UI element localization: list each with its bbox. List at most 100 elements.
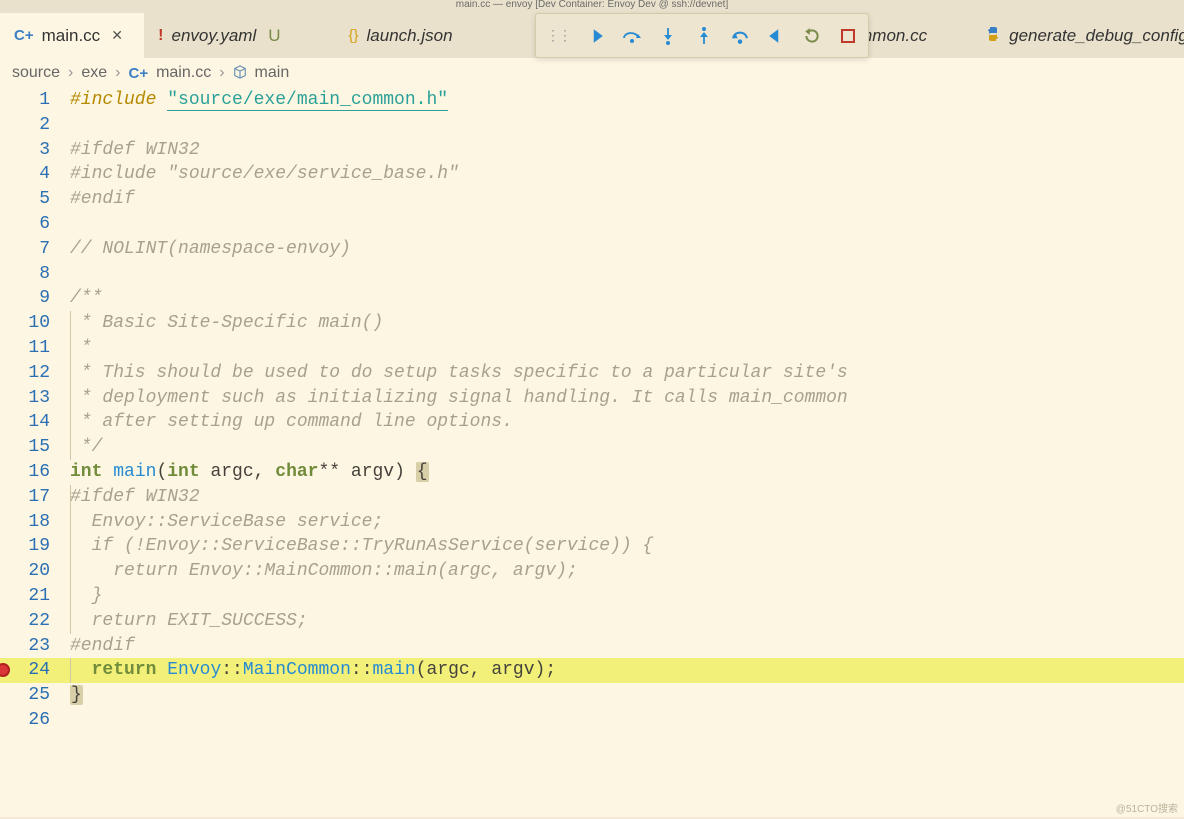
code-content[interactable]: int main(int argc, char** argv) {	[70, 460, 429, 485]
code-line[interactable]: 4#include "source/exe/service_base.h"	[0, 162, 1184, 187]
line-number[interactable]: 15	[0, 435, 70, 460]
stop-icon[interactable]	[838, 26, 858, 46]
code-line[interactable]: 21 }	[0, 584, 1184, 609]
code-line[interactable]: 19 if (!Envoy::ServiceBase::TryRunAsServ…	[0, 534, 1184, 559]
code-content[interactable]: #endif	[70, 187, 135, 212]
code-line[interactable]: 24 return Envoy::MainCommon::main(argc, …	[0, 658, 1184, 683]
code-content[interactable]: * deployment such as initializing signal…	[70, 386, 848, 411]
editor-tab[interactable]: !envoy.yamlU	[144, 13, 294, 58]
step-back-icon[interactable]	[730, 26, 750, 46]
code-line[interactable]: 14 * after setting up command line optio…	[0, 410, 1184, 435]
code-content[interactable]: * after setting up command line options.	[70, 410, 513, 435]
code-line[interactable]: 8	[0, 262, 1184, 287]
code-content[interactable]: if (!Envoy::ServiceBase::TryRunAsService…	[70, 534, 653, 559]
step-over-icon[interactable]	[622, 26, 642, 46]
breadcrumb-symbol[interactable]: main	[255, 64, 290, 82]
code-content[interactable]: #ifdef WIN32	[70, 485, 200, 510]
line-number[interactable]: 14	[0, 410, 70, 435]
code-content[interactable]: }	[70, 584, 102, 609]
line-number[interactable]: 10	[0, 311, 70, 336]
line-number[interactable]: 2	[0, 113, 70, 138]
code-content[interactable]: return Envoy::MainCommon::main(argc, arg…	[70, 658, 556, 683]
code-line[interactable]: 26	[0, 708, 1184, 733]
code-content[interactable]: #include "source/exe/service_base.h"	[70, 162, 459, 187]
code-line[interactable]: 25}	[0, 683, 1184, 708]
code-content[interactable]: /**	[70, 286, 102, 311]
line-number[interactable]: 3	[0, 138, 70, 163]
code-line[interactable]: 6	[0, 212, 1184, 237]
code-content[interactable]: * Basic Site-Specific main()	[70, 311, 383, 336]
tab-bar: C+main.cc✕!envoy.yamlU{}launch.jsonC+mmo…	[0, 13, 1184, 58]
line-number[interactable]: 17	[0, 485, 70, 510]
code-line[interactable]: 13 * deployment such as initializing sig…	[0, 386, 1184, 411]
code-line[interactable]: 2	[0, 113, 1184, 138]
reverse-icon[interactable]	[766, 26, 786, 46]
code-content[interactable]: *	[70, 336, 92, 361]
code-content[interactable]: #include "source/exe/main_common.h"	[70, 88, 448, 113]
line-number[interactable]: 13	[0, 386, 70, 411]
chevron-right-icon: ›	[219, 64, 224, 82]
code-line[interactable]: 10 * Basic Site-Specific main()	[0, 311, 1184, 336]
line-number[interactable]: 20	[0, 559, 70, 584]
line-number[interactable]: 25	[0, 683, 70, 708]
step-out-icon[interactable]	[694, 26, 714, 46]
code-line[interactable]: 23#endif	[0, 634, 1184, 659]
breakpoint-icon[interactable]	[0, 663, 10, 677]
code-content[interactable]: }	[70, 683, 83, 708]
line-number[interactable]: 23	[0, 634, 70, 659]
step-into-icon[interactable]	[658, 26, 678, 46]
line-number[interactable]: 4	[0, 162, 70, 187]
continue-icon[interactable]	[586, 26, 606, 46]
code-line[interactable]: 9/**	[0, 286, 1184, 311]
editor-tab[interactable]: C+ main.cc ✕	[0, 13, 144, 58]
tab-label: launch.json	[367, 26, 453, 46]
code-line[interactable]: 5#endif	[0, 187, 1184, 212]
code-content[interactable]: #endif	[70, 634, 135, 659]
symbol-cube-icon	[233, 65, 247, 82]
code-line[interactable]: 17#ifdef WIN32	[0, 485, 1184, 510]
code-content[interactable]: // NOLINT(namespace-envoy)	[70, 237, 351, 262]
code-content[interactable]: return Envoy::MainCommon::main(argc, arg…	[70, 559, 578, 584]
line-number[interactable]: 16	[0, 460, 70, 485]
cpp-file-icon: C+	[14, 27, 34, 44]
code-line[interactable]: 16int main(int argc, char** argv) {	[0, 460, 1184, 485]
editor-tab[interactable]: {}launch.json	[335, 13, 467, 58]
drag-grip-icon[interactable]: ⋮⋮	[546, 27, 570, 44]
code-line[interactable]: 3#ifdef WIN32	[0, 138, 1184, 163]
code-line[interactable]: 7// NOLINT(namespace-envoy)	[0, 237, 1184, 262]
code-line[interactable]: 15 */	[0, 435, 1184, 460]
tab-label: main.cc	[42, 26, 101, 46]
line-number[interactable]: 1	[0, 88, 70, 113]
line-number[interactable]: 7	[0, 237, 70, 262]
code-content[interactable]: * This should be used to do setup tasks …	[70, 361, 848, 386]
code-editor[interactable]: 1#include "source/exe/main_common.h"23#i…	[0, 88, 1184, 817]
code-content[interactable]: */	[70, 435, 102, 460]
restart-icon[interactable]	[802, 26, 822, 46]
line-number[interactable]: 22	[0, 609, 70, 634]
code-line[interactable]: 18 Envoy::ServiceBase service;	[0, 510, 1184, 535]
line-number[interactable]: 5	[0, 187, 70, 212]
code-line[interactable]: 1#include "source/exe/main_common.h"	[0, 88, 1184, 113]
close-icon[interactable]: ✕	[108, 27, 126, 45]
code-line[interactable]: 20 return Envoy::MainCommon::main(argc, …	[0, 559, 1184, 584]
code-content[interactable]: Envoy::ServiceBase service;	[70, 510, 383, 535]
code-line[interactable]: 11 *	[0, 336, 1184, 361]
code-line[interactable]: 12 * This should be used to do setup tas…	[0, 361, 1184, 386]
code-content[interactable]: return EXIT_SUCCESS;	[70, 609, 308, 634]
code-line[interactable]: 22 return EXIT_SUCCESS;	[0, 609, 1184, 634]
code-content[interactable]: #ifdef WIN32	[70, 138, 200, 163]
line-number[interactable]: 24	[0, 658, 70, 683]
line-number[interactable]: 9	[0, 286, 70, 311]
line-number[interactable]: 8	[0, 262, 70, 287]
line-number[interactable]: 26	[0, 708, 70, 733]
line-number[interactable]: 6	[0, 212, 70, 237]
breadcrumb-segment[interactable]: source	[12, 64, 60, 82]
line-number[interactable]: 11	[0, 336, 70, 361]
breadcrumb-file[interactable]: main.cc	[156, 64, 211, 82]
line-number[interactable]: 19	[0, 534, 70, 559]
breadcrumb-segment[interactable]: exe	[81, 64, 107, 82]
line-number[interactable]: 12	[0, 361, 70, 386]
editor-tab[interactable]: generate_debug_config	[971, 13, 1184, 58]
line-number[interactable]: 21	[0, 584, 70, 609]
line-number[interactable]: 18	[0, 510, 70, 535]
